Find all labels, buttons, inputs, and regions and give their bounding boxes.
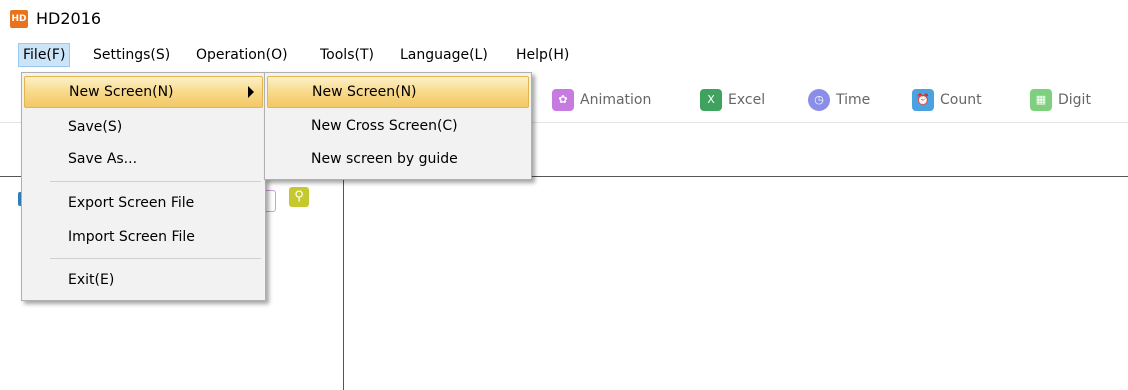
menu-tools[interactable]: Tools(T): [316, 44, 378, 66]
menu-file[interactable]: File(F): [18, 43, 71, 67]
app-title: HD2016: [36, 9, 102, 28]
submenu-new-cross-screen-label: New Cross Screen(C): [311, 118, 458, 134]
excel-button[interactable]: X Excel: [700, 88, 780, 112]
submenu-new-screen-by-guide[interactable]: New screen by guide: [267, 144, 529, 174]
file-menu-export[interactable]: Export Screen File: [24, 188, 263, 218]
digit-icon: ▦: [1030, 89, 1052, 111]
excel-label: Excel: [728, 92, 766, 108]
submenu-arrow-icon: [248, 86, 254, 98]
animation-icon: ✿: [552, 89, 574, 111]
search-icon[interactable]: ⚲: [289, 187, 309, 207]
animation-label: Animation: [580, 92, 652, 108]
file-menu-export-label: Export Screen File: [68, 195, 195, 211]
file-menu-new-screen-label: New Screen(N): [69, 84, 174, 100]
file-menu-save[interactable]: Save(S): [24, 112, 263, 142]
alarm-clock-icon: ⏰: [912, 89, 934, 111]
menu-separator: [50, 258, 261, 259]
digit-label: Digit: [1058, 92, 1091, 108]
file-menu-save-label: Save(S): [68, 119, 123, 135]
file-menu-save-as[interactable]: Save As...: [24, 144, 263, 174]
time-button[interactable]: ◷ Time: [808, 88, 888, 112]
animation-button[interactable]: ✿ Animation: [552, 88, 672, 112]
submenu-new-screen-label: New Screen(N): [312, 84, 417, 100]
submenu-new-cross-screen[interactable]: New Cross Screen(C): [267, 111, 529, 141]
menu-bar: File(F) Settings(S) Operation(O) Tools(T…: [0, 40, 1128, 68]
app-logo: HD: [10, 10, 28, 28]
title-bar: HD HD2016: [0, 0, 1128, 38]
file-menu-exit-label: Exit(E): [68, 272, 115, 288]
menu-settings[interactable]: Settings(S): [89, 44, 174, 66]
excel-icon: X: [700, 89, 722, 111]
digit-button[interactable]: ▦ Digit: [1030, 88, 1110, 112]
file-menu-import-label: Import Screen File: [68, 229, 195, 245]
new-screen-submenu: New Screen(N) New Cross Screen(C) New sc…: [264, 72, 532, 180]
file-menu-import[interactable]: Import Screen File: [24, 222, 263, 252]
submenu-new-screen-by-guide-label: New screen by guide: [311, 151, 458, 167]
file-menu-new-screen[interactable]: New Screen(N): [24, 76, 263, 108]
time-label: Time: [836, 92, 871, 108]
clock-icon: ◷: [808, 89, 830, 111]
menu-operation[interactable]: Operation(O): [192, 44, 292, 66]
count-label: Count: [940, 92, 982, 108]
menu-separator: [50, 181, 261, 182]
menu-language[interactable]: Language(L): [396, 44, 492, 66]
file-menu-dropdown: New Screen(N) Save(S) Save As... Export …: [21, 72, 266, 301]
file-menu-save-as-label: Save As...: [68, 151, 138, 167]
submenu-new-screen[interactable]: New Screen(N): [267, 76, 529, 108]
file-menu-exit[interactable]: Exit(E): [24, 265, 263, 295]
menu-help[interactable]: Help(H): [512, 44, 573, 66]
count-button[interactable]: ⏰ Count: [912, 88, 1002, 112]
